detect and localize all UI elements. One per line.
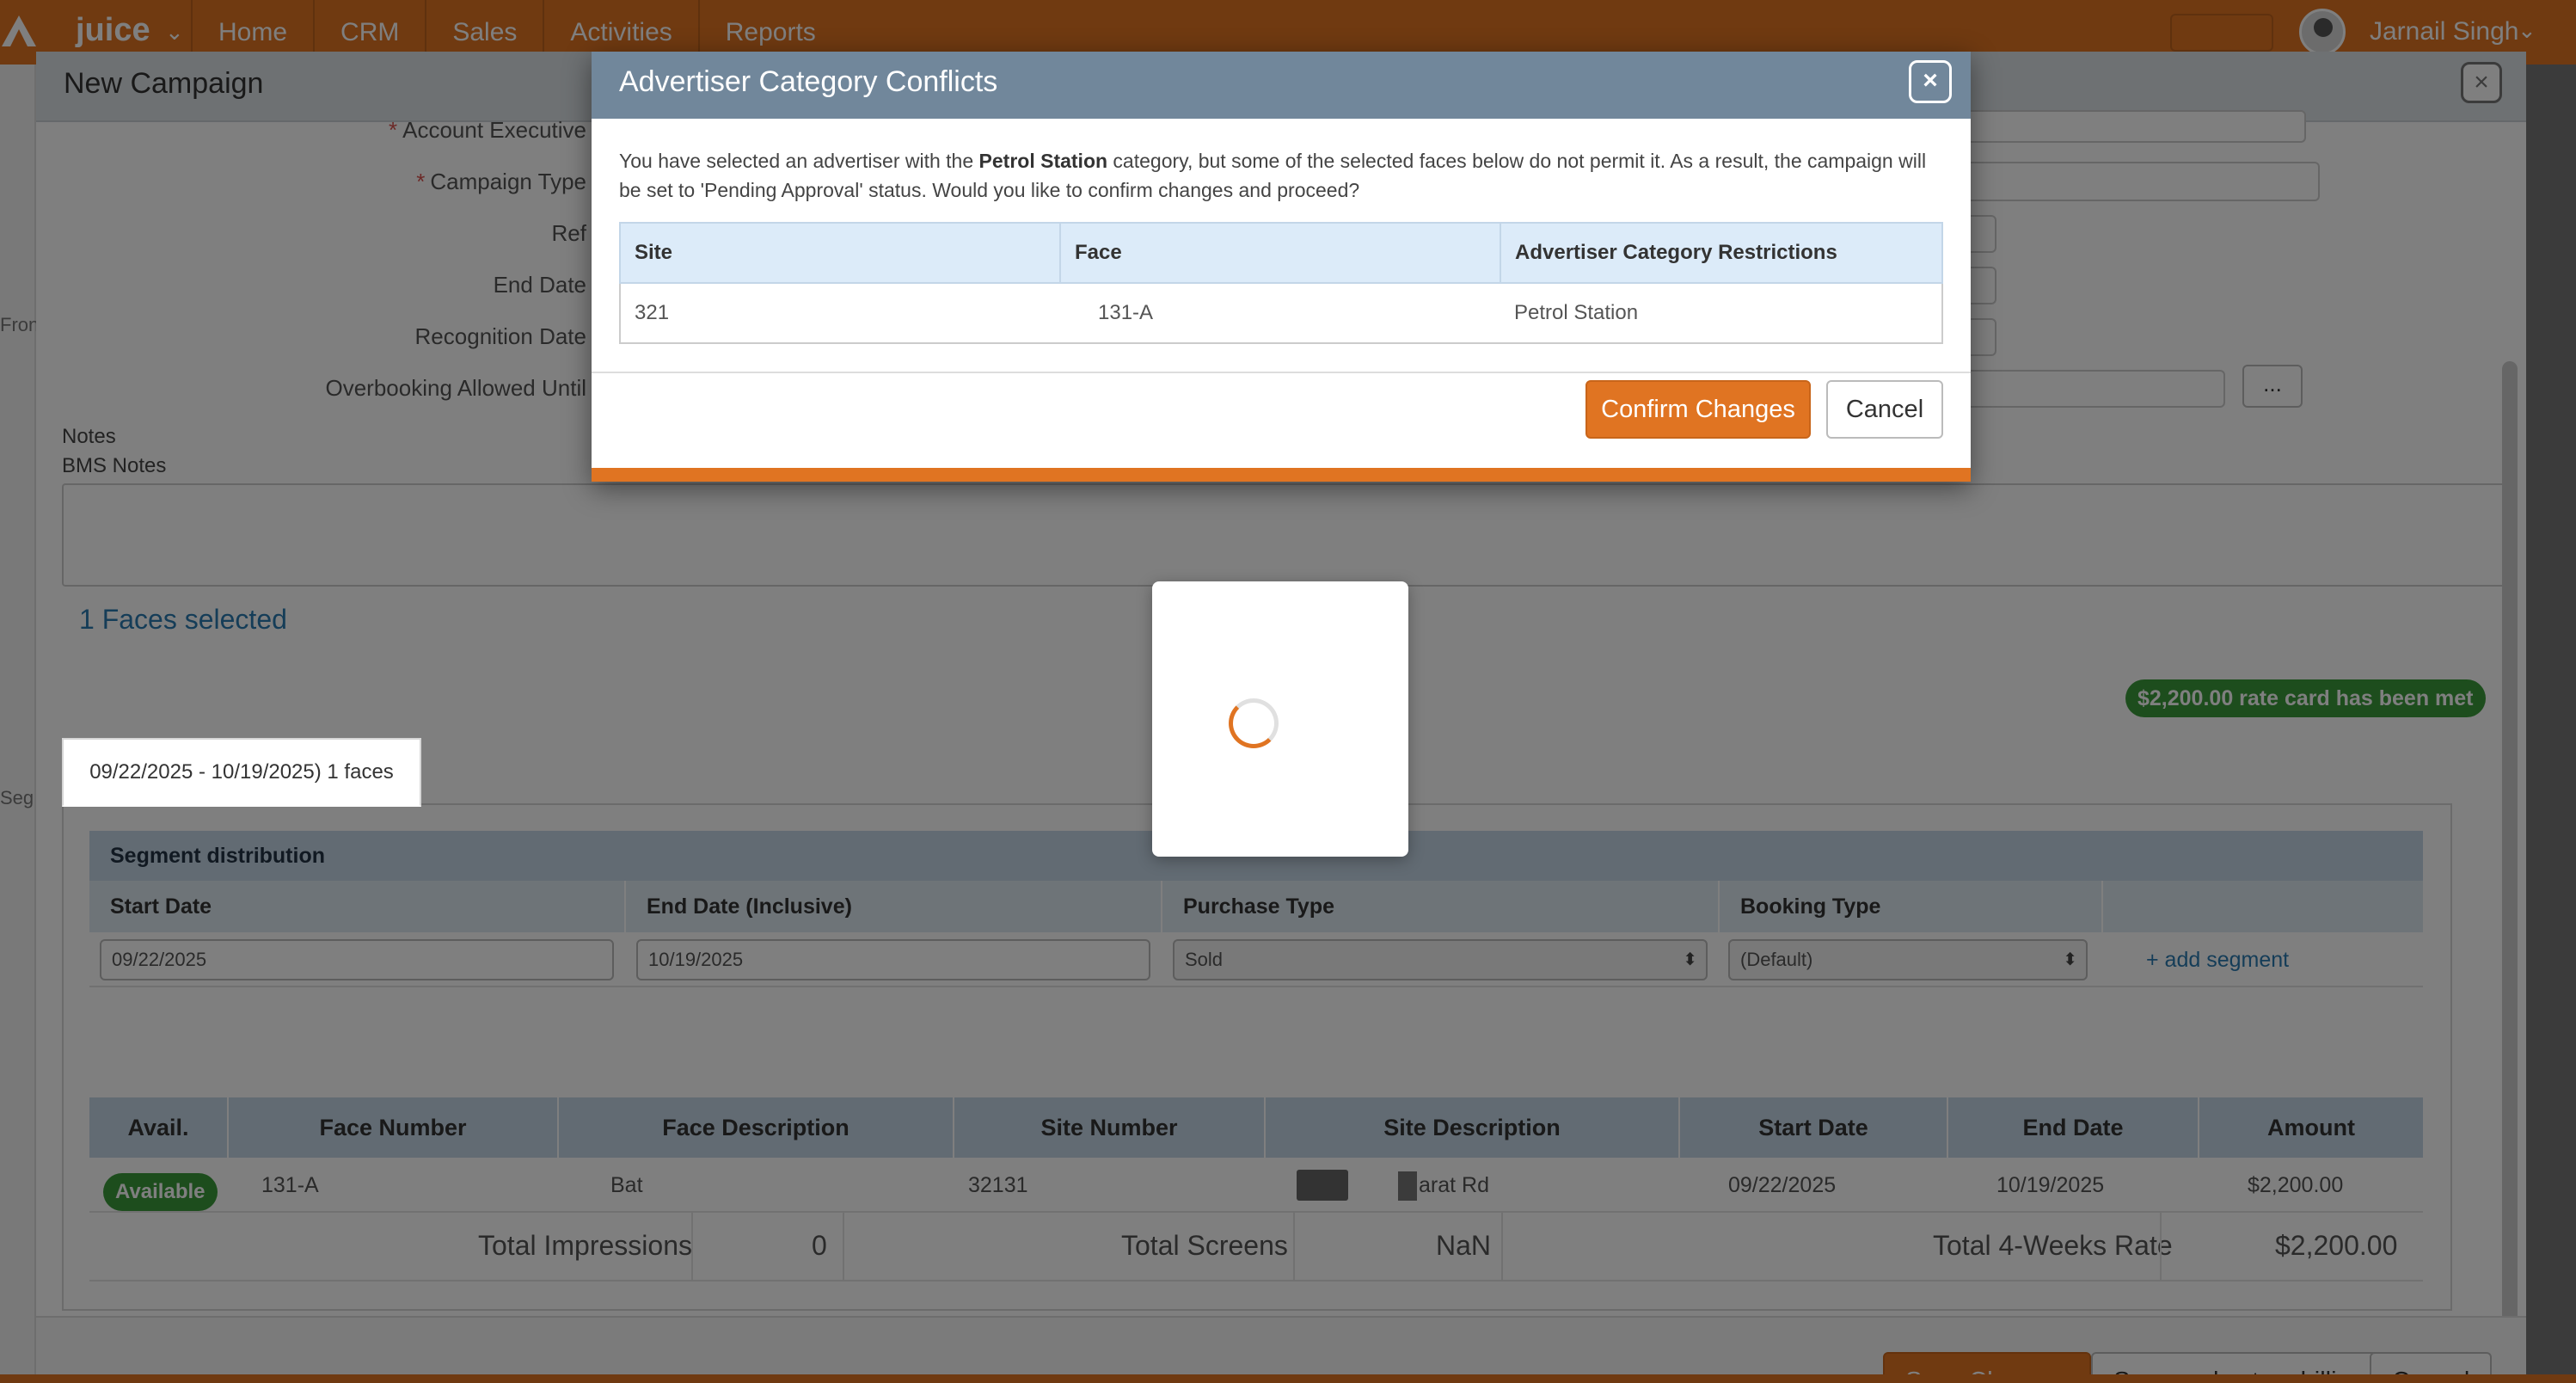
face-cell: 131-A bbox=[1060, 282, 1500, 344]
loading-spinner-icon bbox=[1229, 698, 1279, 748]
conflicts-column-header: Site bbox=[619, 222, 1061, 284]
loading-card bbox=[1152, 581, 1408, 857]
conflicts-column-header: Face bbox=[1059, 222, 1501, 284]
confirm-changes-button[interactable]: Confirm Changes bbox=[1585, 380, 1811, 439]
conflicts-table: Site Face Advertiser Category Restrictio… bbox=[619, 222, 1943, 344]
tab-date-range[interactable]: 09/22/2025 - 10/19/2025) 1 faces bbox=[62, 738, 421, 807]
close-icon[interactable]: × bbox=[1909, 60, 1952, 103]
restriction-cell: Petrol Station bbox=[1500, 282, 1943, 344]
table-row: 321 131-A Petrol Station bbox=[619, 282, 1943, 344]
dialog-accent-bar bbox=[592, 468, 1971, 482]
dialog-message: You have selected an advertiser with the… bbox=[619, 150, 1927, 201]
divider bbox=[592, 372, 1971, 373]
dialog-title: Advertiser Category Conflicts bbox=[619, 65, 998, 98]
site-cell: 321 bbox=[619, 282, 1060, 344]
dialog-header: Advertiser Category Conflicts × bbox=[592, 52, 1971, 119]
advertiser-category-name: Petrol Station bbox=[978, 150, 1108, 172]
dialog-cancel-button[interactable]: Cancel bbox=[1826, 380, 1943, 439]
conflicts-column-header: Advertiser Category Restrictions bbox=[1500, 222, 1943, 284]
advertiser-category-conflicts-dialog: Advertiser Category Conflicts × You have… bbox=[592, 52, 1971, 482]
